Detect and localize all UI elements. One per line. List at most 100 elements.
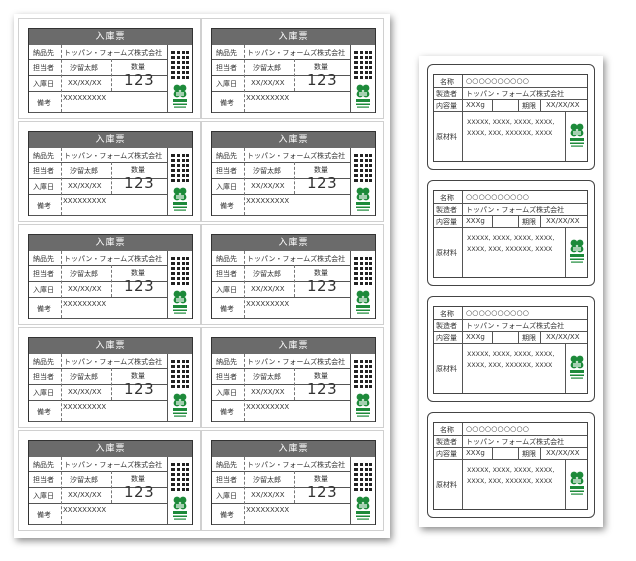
eco-logo-icon — [173, 393, 187, 417]
receipt-title: 入庫票 — [212, 29, 375, 45]
date-value: XX/XX/XX — [251, 388, 285, 396]
name-label: 名称 — [440, 310, 454, 318]
note-label: 備考 — [37, 408, 51, 416]
product-label: 名称 ○○○○○○○○○○ 製造者 トッパン・フォームズ株式会社 内容量 XXX… — [427, 64, 595, 170]
content-label: 内容量 — [436, 334, 457, 342]
eco-logo-icon — [570, 471, 584, 495]
receipt-cell: 入庫票 納品先 トッパン・フォームズ株式会社 担当者 汐留太郎 入庫日 XX/X… — [18, 18, 201, 119]
person-value: 汐留太郎 — [70, 476, 98, 484]
delivery-label: 納品先 — [33, 152, 54, 160]
receipt-cell: 入庫票 納品先 トッパン・フォームズ株式会社 担当者 汐留太郎 入庫日 XX/X… — [18, 224, 201, 325]
person-label: 担当者 — [216, 373, 237, 381]
receipt-title: 入庫票 — [212, 235, 375, 251]
note-label: 備考 — [37, 511, 51, 519]
material-label: 原材料 — [436, 481, 457, 489]
note-label: 備考 — [220, 202, 234, 210]
material-line-1: XXXXX, XXXX, XXXX, XXXX, — [467, 119, 555, 126]
note-value: XXXXXXXXX — [246, 403, 290, 411]
person-value: 汐留太郎 — [253, 476, 281, 484]
product-label: 名称 ○○○○○○○○○○ 製造者 トッパン・フォームズ株式会社 内容量 XXX… — [427, 180, 595, 286]
material-label: 原材料 — [436, 365, 457, 373]
eco-logo-icon — [570, 355, 584, 379]
qty-value: 123 — [124, 483, 155, 501]
receipt-ticket: 入庫票 納品先 トッパン・フォームズ株式会社 担当者 汐留太郎 入庫日 XX/X… — [28, 234, 193, 319]
receipt-ticket: 入庫票 納品先 トッパン・フォームズ株式会社 担当者 汐留太郎 入庫日 XX/X… — [28, 337, 193, 422]
content-value: XXXg — [466, 333, 485, 341]
receipt-ticket: 入庫票 納品先 トッパン・フォームズ株式会社 担当者 汐留太郎 入庫日 XX/X… — [211, 234, 376, 319]
qty-value: 123 — [124, 277, 155, 295]
person-label: 担当者 — [216, 64, 237, 72]
material-label: 原材料 — [436, 249, 457, 257]
receipt-cell: 入庫票 納品先 トッパン・フォームズ株式会社 担当者 汐留太郎 入庫日 XX/X… — [18, 327, 201, 428]
date-label: 入庫日 — [216, 492, 237, 500]
product-label: 名称 ○○○○○○○○○○ 製造者 トッパン・フォームズ株式会社 内容量 XXX… — [427, 412, 595, 518]
person-value: 汐留太郎 — [70, 64, 98, 72]
qty-value: 123 — [307, 71, 338, 89]
product-label-table: 名称 ○○○○○○○○○○ 製造者 トッパン・フォームズ株式会社 内容量 XXX… — [433, 306, 588, 394]
receipt-cell: 入庫票 納品先 トッパン・フォームズ株式会社 担当者 汐留太郎 入庫日 XX/X… — [201, 430, 384, 531]
date-value: XX/XX/XX — [251, 79, 285, 87]
person-value: 汐留太郎 — [253, 64, 281, 72]
qr-code-icon — [171, 152, 189, 182]
date-label: 入庫日 — [216, 183, 237, 191]
date-label: 入庫日 — [33, 80, 54, 88]
expiry-label: 期限 — [522, 218, 536, 226]
receipt-cell: 入庫票 納品先 トッパン・フォームズ株式会社 担当者 汐留太郎 入庫日 XX/X… — [201, 327, 384, 428]
delivery-value: トッパン・フォームズ株式会社 — [64, 152, 163, 160]
material-line-2: XXXX, XXX, XXXXXX, XXXX — [467, 130, 553, 137]
date-label: 入庫日 — [216, 80, 237, 88]
delivery-label: 納品先 — [33, 255, 54, 263]
delivery-value: トッパン・フォームズ株式会社 — [64, 49, 163, 57]
qr-code-icon — [354, 255, 372, 285]
name-label: 名称 — [440, 78, 454, 86]
receipt-title: 入庫票 — [212, 441, 375, 457]
delivery-label: 納品先 — [216, 152, 237, 160]
maker-value: トッパン・フォームズ株式会社 — [466, 322, 565, 330]
delivery-value: トッパン・フォームズ株式会社 — [64, 461, 163, 469]
maker-value: トッパン・フォームズ株式会社 — [466, 206, 565, 214]
delivery-value: トッパン・フォームズ株式会社 — [247, 255, 346, 263]
delivery-label: 納品先 — [216, 461, 237, 469]
content-value: XXXg — [466, 101, 485, 109]
note-value: XXXXXXXXX — [63, 506, 107, 514]
receipt-cell: 入庫票 納品先 トッパン・フォームズ株式会社 担当者 汐留太郎 入庫日 XX/X… — [18, 430, 201, 531]
delivery-value: トッパン・フォームズ株式会社 — [64, 255, 163, 263]
receipt-label-sheet: 入庫票 納品先 トッパン・フォームズ株式会社 担当者 汐留太郎 入庫日 XX/X… — [14, 14, 390, 538]
note-label: 備考 — [37, 202, 51, 210]
receipt-ticket: 入庫票 納品先 トッパン・フォームズ株式会社 担当者 汐留太郎 入庫日 XX/X… — [211, 440, 376, 525]
eco-logo-icon — [356, 84, 370, 108]
note-value: XXXXXXXXX — [246, 197, 290, 205]
person-label: 担当者 — [33, 167, 54, 175]
expiry-value: XX/XX/XX — [546, 217, 580, 225]
date-value: XX/XX/XX — [251, 491, 285, 499]
delivery-value: トッパン・フォームズ株式会社 — [247, 152, 346, 160]
material-value: XXXXX, XXXX, XXXX, XXXX, XXXX, XXX, XXXX… — [467, 117, 554, 139]
delivery-value: トッパン・フォームズ株式会社 — [64, 358, 163, 366]
eco-logo-icon — [356, 393, 370, 417]
note-label: 備考 — [220, 511, 234, 519]
note-value: XXXXXXXXX — [246, 506, 290, 514]
qr-code-icon — [354, 461, 372, 491]
expiry-value: XX/XX/XX — [546, 333, 580, 341]
name-label: 名称 — [440, 426, 454, 434]
receipt-title: 入庫票 — [29, 235, 192, 251]
receipt-cell: 入庫票 納品先 トッパン・フォームズ株式会社 担当者 汐留太郎 入庫日 XX/X… — [201, 121, 384, 222]
person-value: 汐留太郎 — [70, 270, 98, 278]
material-line-2: XXXX, XXX, XXXXXX, XXXX — [467, 478, 553, 485]
content-label: 内容量 — [436, 218, 457, 226]
person-label: 担当者 — [33, 270, 54, 278]
person-value: 汐留太郎 — [70, 373, 98, 381]
content-label: 内容量 — [436, 450, 457, 458]
delivery-label: 納品先 — [33, 358, 54, 366]
maker-label: 製造者 — [436, 206, 457, 214]
qty-value: 123 — [307, 277, 338, 295]
product-label-table: 名称 ○○○○○○○○○○ 製造者 トッパン・フォームズ株式会社 内容量 XXX… — [433, 190, 588, 278]
receipt-ticket: 入庫票 納品先 トッパン・フォームズ株式会社 担当者 汐留太郎 入庫日 XX/X… — [28, 131, 193, 216]
person-label: 担当者 — [33, 64, 54, 72]
receipt-title: 入庫票 — [29, 132, 192, 148]
note-value: XXXXXXXXX — [246, 94, 290, 102]
receipt-cell: 入庫票 納品先 トッパン・フォームズ株式会社 担当者 汐留太郎 入庫日 XX/X… — [201, 18, 384, 119]
qr-code-icon — [354, 358, 372, 388]
qty-value: 123 — [124, 174, 155, 192]
maker-value: トッパン・フォームズ株式会社 — [466, 438, 565, 446]
